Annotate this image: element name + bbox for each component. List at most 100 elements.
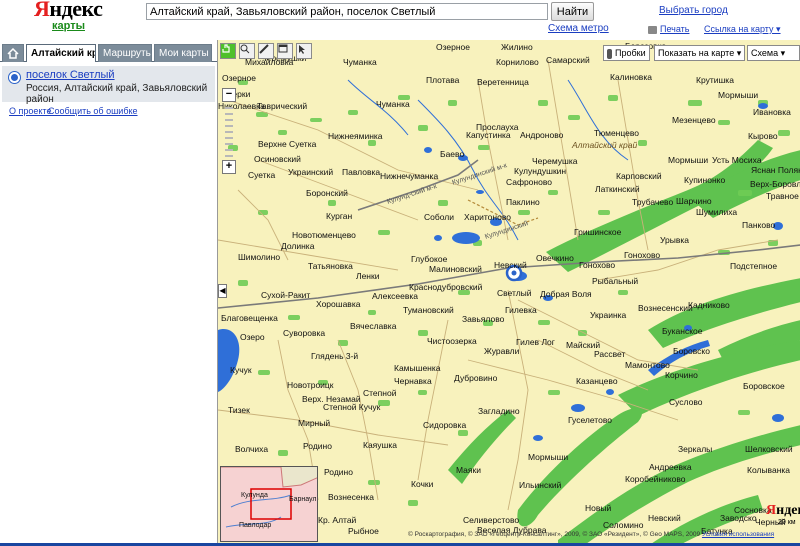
yandex-logo[interactable]: Яндекс bbox=[34, 0, 103, 22]
place-label[interactable]: Новотюменцево bbox=[292, 231, 356, 240]
place-label[interactable]: Верхне Суетка bbox=[258, 140, 316, 149]
place-label[interactable]: Жилино bbox=[501, 43, 533, 52]
place-label[interactable]: Невский bbox=[494, 261, 527, 270]
place-label[interactable]: Коробейниково bbox=[625, 475, 686, 484]
place-label[interactable]: Дубровино bbox=[454, 374, 497, 383]
pan-left-arrow[interactable]: ◀ bbox=[218, 284, 227, 298]
place-label[interactable]: Верх-Боровлянка bbox=[750, 180, 800, 189]
place-label[interactable]: Мамонтово bbox=[625, 361, 670, 370]
place-label[interactable]: Карповский bbox=[616, 172, 662, 181]
place-label[interactable]: Гилевка bbox=[505, 306, 537, 315]
place-label[interactable]: Осиновский bbox=[254, 155, 301, 164]
overview-minimap[interactable]: Кулунда Павлодар Барнаул bbox=[220, 466, 318, 542]
place-label[interactable]: Журавли bbox=[484, 347, 519, 356]
zoom-out-button[interactable]: − bbox=[222, 88, 236, 102]
print-link[interactable]: Печать bbox=[648, 24, 689, 34]
zoom-tick[interactable] bbox=[225, 125, 233, 127]
place-label[interactable]: Сидоровка bbox=[423, 421, 466, 430]
traffic-button[interactable]: Пробки bbox=[603, 45, 650, 61]
place-label[interactable]: Загладино bbox=[478, 407, 520, 416]
place-label[interactable]: Капустинка bbox=[466, 131, 511, 140]
tab-my-maps[interactable]: Мои карты bbox=[154, 44, 212, 62]
place-label[interactable]: Баево bbox=[440, 150, 464, 159]
place-label[interactable]: Сафроново bbox=[506, 178, 552, 187]
place-label[interactable]: Панково bbox=[742, 221, 775, 230]
place-label[interactable]: Мезенцево bbox=[672, 116, 716, 125]
place-label[interactable]: Колыванка bbox=[747, 466, 790, 475]
cursor-tool-button[interactable] bbox=[296, 43, 312, 59]
place-label[interactable]: Корнилово bbox=[496, 58, 539, 67]
place-label[interactable]: Кр. Алтай bbox=[318, 516, 356, 525]
place-label[interactable]: Соломино bbox=[603, 521, 643, 530]
hand-tool-button[interactable] bbox=[220, 43, 236, 59]
window-tool-button[interactable] bbox=[277, 43, 293, 59]
place-label[interactable]: Суслово bbox=[669, 398, 702, 407]
place-label[interactable]: Рыбальный bbox=[592, 277, 638, 286]
place-label[interactable]: Тизек bbox=[228, 406, 250, 415]
place-label[interactable]: Урывка bbox=[660, 236, 689, 245]
place-label[interactable]: Кулундушкин bbox=[514, 167, 566, 176]
zoom-tick[interactable] bbox=[225, 137, 233, 139]
place-label[interactable]: Добрая Воля bbox=[540, 290, 592, 299]
place-label[interactable]: Андреевка bbox=[649, 463, 692, 472]
search-result-item[interactable]: поселок Светлый Россия, Алтайский край, … bbox=[2, 66, 215, 105]
place-label[interactable]: Черемушка bbox=[532, 157, 578, 166]
zoom-tick[interactable] bbox=[225, 131, 233, 133]
place-label[interactable]: Шумилиха bbox=[696, 208, 737, 217]
tab-home[interactable] bbox=[2, 44, 24, 62]
place-label[interactable]: Зеркалы bbox=[678, 445, 712, 454]
zoom-tool-button[interactable] bbox=[239, 43, 255, 59]
map-view[interactable]: ЧерёмушкиОзерноеЖилиноБерезовкаМихайловк… bbox=[217, 40, 800, 546]
choose-city-link[interactable]: Выбрать город bbox=[659, 5, 728, 16]
about-link[interactable]: О проекте bbox=[9, 106, 51, 116]
place-label[interactable]: Селиверстово bbox=[463, 516, 519, 525]
place-label[interactable]: Шимолино bbox=[238, 253, 280, 262]
zoom-tick[interactable] bbox=[225, 149, 233, 151]
place-label[interactable]: Заводско bbox=[720, 514, 757, 523]
place-label[interactable]: Мирный bbox=[298, 419, 330, 428]
place-label[interactable]: Сухой-Ракит bbox=[261, 291, 310, 300]
place-label[interactable]: Глубокое bbox=[411, 255, 447, 264]
search-input[interactable] bbox=[146, 3, 548, 20]
place-label[interactable]: Паклино bbox=[506, 198, 540, 207]
place-label[interactable]: Чернавка bbox=[394, 377, 432, 386]
place-label[interactable]: Озерное bbox=[436, 43, 470, 52]
place-label[interactable]: Кадниково bbox=[688, 301, 730, 310]
place-label[interactable]: Светлый bbox=[497, 289, 532, 298]
place-label[interactable]: Глядень 3-й bbox=[311, 352, 358, 361]
place-label[interactable]: Кочки bbox=[411, 480, 433, 489]
place-label[interactable]: Шарчино bbox=[676, 197, 712, 206]
place-label[interactable]: Долинка bbox=[281, 242, 314, 251]
zoom-in-button[interactable]: + bbox=[222, 160, 236, 174]
place-label[interactable]: Озеро bbox=[240, 333, 265, 342]
place-label[interactable]: Харитоново bbox=[464, 213, 511, 222]
map-type-dropdown[interactable]: Схема ▾ bbox=[747, 45, 800, 61]
place-label[interactable]: Тумановский bbox=[403, 306, 454, 315]
search-button[interactable]: Найти bbox=[551, 2, 594, 21]
zoom-tick[interactable] bbox=[225, 113, 233, 115]
terms-link[interactable]: Условия использования bbox=[702, 531, 774, 538]
place-label[interactable]: Латкинский bbox=[595, 185, 640, 194]
place-label[interactable]: Гонохово bbox=[579, 261, 615, 270]
place-label[interactable]: Овечкино bbox=[536, 254, 574, 263]
place-label[interactable]: Суворовка bbox=[283, 329, 325, 338]
place-label[interactable]: Казанцево bbox=[576, 377, 618, 386]
map-link-dropdown[interactable]: Ссылка на карту ▾ bbox=[704, 24, 781, 35]
place-label[interactable]: Маяки bbox=[456, 466, 481, 475]
maps-service-link[interactable]: карты bbox=[52, 20, 85, 32]
place-label[interactable]: Вознесенский bbox=[638, 304, 693, 313]
place-label[interactable]: Боронский bbox=[306, 189, 348, 198]
place-label[interactable]: Родино bbox=[303, 442, 332, 451]
place-label[interactable]: Буканское bbox=[662, 327, 703, 336]
place-label[interactable]: Вячеславка bbox=[350, 322, 396, 331]
place-label[interactable]: Травное bbox=[766, 192, 799, 201]
place-label[interactable]: Яснан Поляна bbox=[751, 166, 800, 175]
place-label[interactable]: Гилев Лог bbox=[516, 338, 555, 347]
place-label[interactable]: Украинский bbox=[288, 168, 333, 177]
tab-region[interactable]: Алтайский кра bbox=[26, 44, 96, 62]
place-label[interactable]: Соболи bbox=[424, 213, 454, 222]
place-label[interactable]: Невский bbox=[648, 514, 681, 523]
place-label[interactable]: Татьяновка bbox=[308, 262, 353, 271]
place-label[interactable]: Завьялово bbox=[462, 315, 504, 324]
place-label[interactable]: Курган bbox=[326, 212, 352, 221]
